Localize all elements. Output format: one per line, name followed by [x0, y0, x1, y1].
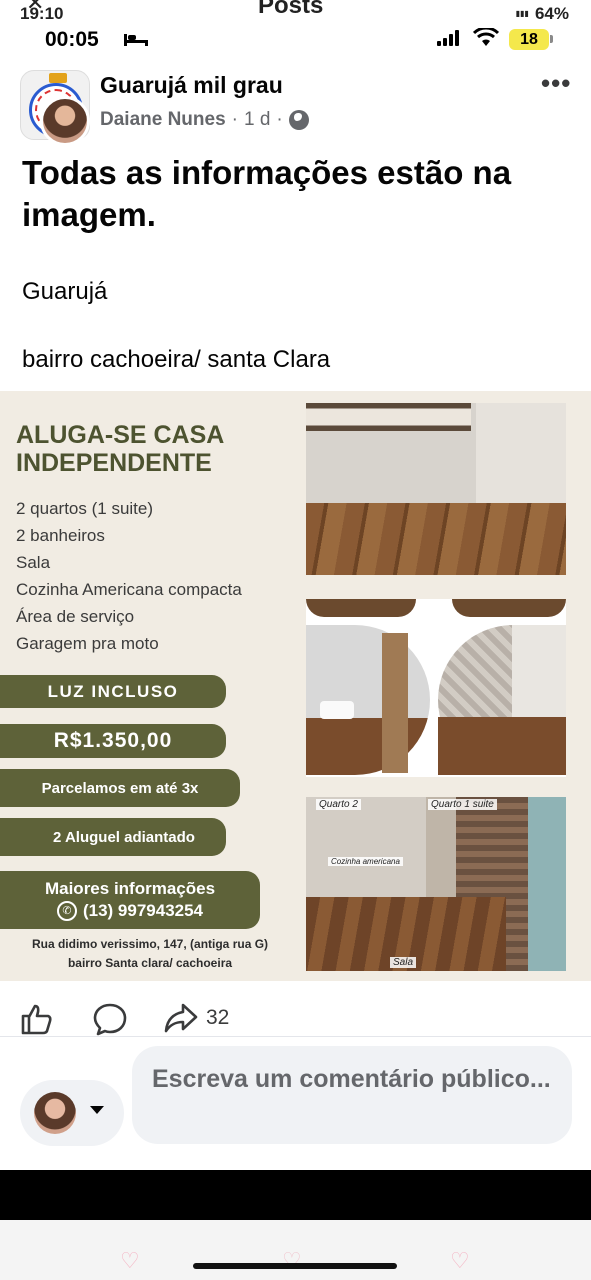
advance-rent-badge: 2 Aluguel adiantado: [0, 818, 226, 856]
battery-cap: [550, 35, 553, 43]
flyer-heading-line1: ALUGA-SE CASA: [16, 421, 225, 449]
crown-icon: [49, 73, 67, 83]
post-age[interactable]: 1 d: [244, 109, 270, 131]
status-bar: 00:05 18: [0, 22, 591, 56]
address: Rua didimo verissimo, 147, (antiga rua G…: [0, 935, 300, 973]
background-status-icons: ▮▮▮ 64%: [516, 4, 569, 22]
feature-item: Área de serviço: [16, 607, 135, 626]
globe-icon: [288, 110, 309, 130]
divider: [0, 1036, 591, 1037]
feature-item: Cozinha Americana compacta: [16, 580, 242, 599]
group-name[interactable]: Guarujá mil grau: [100, 72, 283, 99]
feature-item: 2 quartos (1 suite): [16, 499, 154, 518]
heart-icon: ♡: [450, 1248, 470, 1273]
thumbs-up-icon[interactable]: [20, 1002, 54, 1036]
flyer-heading: ALUGA-SE CASA INDEPENDENTE: [16, 421, 224, 477]
feature-list: 2 quartos (1 suite) 2 banheiros Sala Coz…: [16, 495, 242, 657]
author-avatar[interactable]: [40, 96, 90, 146]
electricity-included-badge: LUZ INCLUSO: [0, 675, 226, 708]
black-bar: [0, 1170, 591, 1220]
background-screen-title: Posts: [258, 0, 324, 19]
installments-badge: Parcelamos em até 3x: [0, 769, 240, 807]
living-room-photo: Quarto 2 Quarto 1 suite Cozinha american…: [306, 797, 566, 971]
contact-label: Maiores informações: [44, 879, 216, 898]
post-title: Todas as informações estão na imagem.: [22, 154, 512, 233]
share-arrow-icon: [164, 1003, 198, 1033]
feature-item: Sala: [16, 553, 51, 572]
decoration-icon: ♡: [282, 1248, 302, 1273]
background-status-bar: ✕ 19:10 Posts ▮▮▮ 64%: [0, 0, 591, 22]
price-badge: R$1.350,00: [0, 724, 226, 758]
comment-composer: Escreva um comentário público...: [0, 1040, 591, 1160]
status-time: 00:05: [45, 28, 99, 51]
wifi-icon: [473, 28, 499, 46]
contact-phone: (13) 997943254: [82, 901, 204, 920]
share-button[interactable]: 32: [164, 1002, 229, 1034]
post-image[interactable]: ALUGA-SE CASA INDEPENDENTE 2 quartos (1 …: [0, 391, 591, 981]
photo-label-cozinha: Cozinha americana: [328, 857, 403, 866]
photo-label-quarto2: Quarto 2: [316, 799, 361, 810]
bottom-area: ♡ ♡ ♡: [0, 1220, 591, 1280]
photo-label-sala: Sala: [390, 957, 417, 968]
home-indicator[interactable]: [193, 1263, 397, 1269]
meta-separator: ·: [231, 109, 238, 130]
contact-badge: Maiores informações ✆ (13) 997943254: [0, 871, 260, 929]
address-line2: bairro Santa clara/ cachoeira: [67, 956, 233, 970]
post-header: Guarujá mil grau Daiane Nunes · 1 d · ••…: [0, 64, 591, 146]
room-photo: [306, 403, 566, 575]
background-battery-text: 64%: [534, 4, 569, 22]
comment-input[interactable]: Escreva um comentário público...: [132, 1046, 572, 1144]
cellular-signal-icon: [437, 30, 459, 46]
address-line1: Rua didimo verissimo, 147, (antiga rua G…: [31, 937, 269, 951]
more-options-button[interactable]: •••: [541, 68, 571, 99]
photo-label-quarto1: Quarto 1 suite: [428, 799, 497, 810]
post-neighborhood: bairro cachoeira/ santa Clara: [22, 346, 331, 373]
flyer-info-panel: ALUGA-SE CASA INDEPENDENTE 2 quartos (1 …: [0, 391, 300, 981]
feature-item: Garagem pra moto: [16, 634, 159, 653]
author-name[interactable]: Daiane Nunes: [100, 109, 226, 131]
post-location: Guarujá: [22, 278, 108, 305]
battery-level: 18: [509, 29, 549, 50]
background-clock: 19:10: [20, 4, 64, 22]
my-avatar: [34, 1092, 76, 1134]
bathroom-kitchen-photo: [306, 599, 566, 777]
caret-down-icon: [90, 1106, 104, 1114]
share-count: 32: [206, 1006, 230, 1029]
feature-item: 2 banheiros: [16, 526, 105, 545]
background-signal-icon: ▮▮▮: [515, 9, 529, 18]
comment-bubble-icon[interactable]: [92, 1002, 128, 1036]
phone-icon: ✆: [56, 901, 77, 921]
meta-separator-2: ·: [276, 109, 283, 130]
post-actions: 32: [0, 996, 591, 1040]
identity-switcher-button[interactable]: [20, 1080, 124, 1146]
post-meta: Daiane Nunes · 1 d ·: [100, 109, 309, 131]
heart-icon: ♡: [120, 1248, 140, 1273]
flyer-heading-line2: INDEPENDENTE: [16, 449, 212, 477]
sleep-focus-icon: [124, 34, 148, 46]
